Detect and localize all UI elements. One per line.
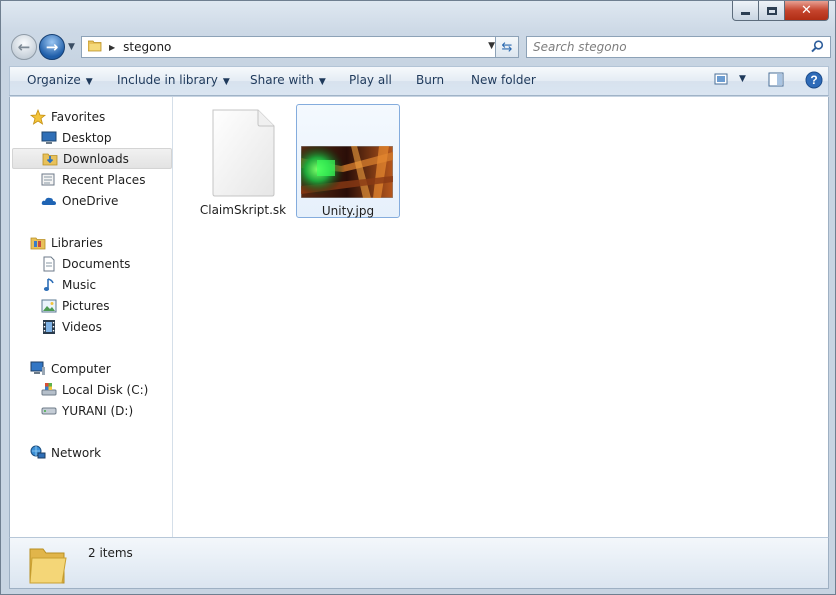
nav-item-local-disk[interactable]: Local Disk (C:) [12, 379, 172, 400]
image-thumbnail [300, 145, 394, 201]
address-bar[interactable]: ▶ stegono ▼ [81, 36, 500, 58]
nav-item-pictures[interactable]: Pictures [12, 295, 172, 316]
main-area: Favorites Desktop Downloads Recent Place… [9, 97, 829, 537]
back-button[interactable]: ← [11, 34, 37, 60]
preview-pane-icon [768, 72, 784, 87]
file-name: ClaimSkript.sk [199, 203, 287, 217]
nav-item-label: Downloads [63, 151, 129, 166]
help-button[interactable]: ? [805, 71, 823, 92]
minimize-button[interactable] [732, 1, 759, 21]
item-count: 2 items [88, 546, 133, 560]
help-icon: ? [805, 71, 823, 89]
nav-favorites[interactable]: Favorites [12, 106, 172, 127]
svg-text:?: ? [810, 73, 817, 87]
command-bar: Organize ▼ Include in library ▼ Share with… [9, 66, 829, 96]
search-input[interactable] [533, 40, 803, 54]
nav-item-label: Local Disk (C:) [62, 382, 149, 397]
refresh-icon: ⇆ [501, 39, 513, 55]
nav-item-label: Videos [62, 319, 102, 334]
onedrive-icon [41, 193, 57, 209]
nav-network[interactable]: Network [12, 442, 172, 463]
caption-buttons: ✕ [732, 1, 829, 21]
view-options-dropdown-icon[interactable]: ▼ [739, 74, 746, 84]
details-pane: 2 items [9, 537, 829, 589]
share-with-menu[interactable]: Share with ▼ [250, 73, 326, 87]
nav-favorites-label: Favorites [51, 109, 106, 124]
minimize-icon [741, 12, 750, 15]
nav-item-label: Recent Places [62, 172, 146, 187]
organize-menu[interactable]: Organize ▼ [27, 73, 93, 87]
forward-button[interactable]: → [39, 34, 65, 60]
refresh-button[interactable]: ⇆ [495, 36, 519, 58]
close-icon: ✕ [801, 3, 812, 18]
share-with-label: Share with [250, 73, 314, 87]
chevron-down-icon: ▼ [85, 77, 93, 87]
navigation-pane[interactable]: Favorites Desktop Downloads Recent Place… [10, 97, 173, 537]
organize-label: Organize [27, 73, 81, 87]
downloads-icon [42, 151, 58, 167]
nav-item-onedrive[interactable]: OneDrive [12, 190, 172, 211]
breadcrumb-separator-icon[interactable]: ▶ [109, 43, 115, 52]
back-arrow-icon: ← [17, 38, 31, 56]
nav-computer-label: Computer [51, 361, 111, 376]
view-icon [714, 73, 728, 85]
file-list[interactable]: ClaimSkript.sk Unity.jpg [174, 97, 828, 537]
search-icon[interactable] [811, 40, 824, 56]
desktop-icon [41, 130, 57, 146]
include-in-library-menu[interactable]: Include in library ▼ [117, 73, 230, 87]
recent-pages-dropdown-icon[interactable]: ▼ [68, 42, 75, 52]
nav-item-label: Pictures [62, 298, 110, 313]
play-all-button[interactable]: Play all [349, 73, 392, 87]
folder-icon [87, 39, 102, 55]
libraries-icon [30, 235, 46, 251]
pictures-icon [41, 298, 57, 314]
recent-places-icon [41, 172, 57, 188]
file-name: Unity.jpg [321, 204, 375, 218]
generic-file-icon [208, 108, 278, 201]
maximize-icon [766, 6, 777, 15]
forward-arrow-icon: → [45, 38, 59, 56]
nav-item-label: Documents [62, 256, 131, 271]
nav-item-downloads[interactable]: Downloads [12, 148, 172, 169]
close-button[interactable]: ✕ [785, 1, 829, 21]
folder-large-icon [28, 543, 68, 588]
burn-button[interactable]: Burn [416, 73, 444, 87]
nav-item-desktop[interactable]: Desktop [12, 127, 172, 148]
network-icon [30, 445, 46, 461]
nav-item-label: Music [62, 277, 97, 292]
documents-icon [41, 256, 57, 272]
address-dropdown-icon[interactable]: ▼ [488, 41, 495, 51]
nav-item-music[interactable]: Music [12, 274, 172, 295]
chevron-down-icon: ▼ [222, 77, 230, 87]
nav-network-label: Network [51, 445, 102, 460]
maximize-button[interactable] [759, 1, 785, 21]
videos-icon [41, 319, 57, 335]
nav-computer[interactable]: Computer [12, 358, 172, 379]
file-item-claimskript[interactable]: ClaimSkript.sk [191, 104, 295, 218]
local-disk-icon [41, 382, 57, 398]
nav-item-label: Desktop [62, 130, 112, 145]
nav-item-videos[interactable]: Videos [12, 316, 172, 337]
breadcrumb-stegono[interactable]: stegono [123, 40, 171, 54]
nav-item-recent-places[interactable]: Recent Places [12, 169, 172, 190]
change-view-button[interactable] [714, 72, 730, 89]
include-in-library-label: Include in library [117, 73, 218, 87]
new-folder-button[interactable]: New folder [471, 73, 536, 87]
nav-item-documents[interactable]: Documents [12, 253, 172, 274]
computer-icon [30, 361, 46, 377]
search-box[interactable] [526, 36, 831, 58]
nav-item-label: OneDrive [62, 193, 119, 208]
chevron-down-icon: ▼ [318, 77, 326, 87]
file-item-unity-jpg[interactable]: Unity.jpg [296, 104, 400, 218]
explorer-window: ✕ ← → ▼ ▶ stegono ▼ ⇆ Search stegono Org… [0, 0, 836, 595]
preview-pane-button[interactable] [768, 72, 784, 90]
nav-item-label: YURANI (D:) [62, 403, 134, 418]
navigation-bar: ← → ▼ ▶ stegono ▼ ⇆ [9, 33, 831, 61]
star-icon [30, 108, 46, 125]
nav-item-yurani-drive[interactable]: YURANI (D:) [12, 400, 172, 421]
removable-drive-icon [41, 403, 57, 419]
nav-libraries-label: Libraries [51, 235, 103, 250]
music-icon [41, 277, 57, 293]
nav-libraries[interactable]: Libraries [12, 232, 172, 253]
